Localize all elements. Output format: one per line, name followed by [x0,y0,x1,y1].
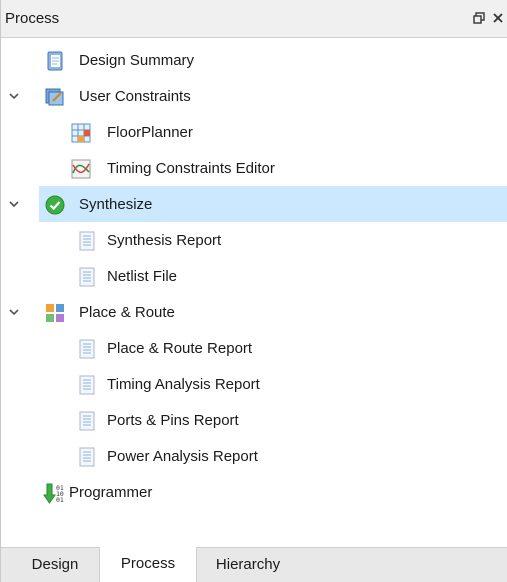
check-circle-icon [45,195,65,215]
tree-item-place-route[interactable]: Place & Route [1,294,507,330]
tree-item-label: Synthesize [79,196,153,213]
tree-item-label: Programmer [69,484,153,501]
report-icon [77,339,97,359]
timing-editor-icon [71,159,91,179]
report-icon [77,411,97,431]
process-tree: Design Summary User Constraints FloorPla… [1,40,507,546]
tree-item-floorplanner[interactable]: FloorPlanner [1,114,507,150]
tab-process[interactable]: Process [99,547,197,582]
tree-item-label: Synthesis Report [107,232,222,249]
report-icon [77,267,97,287]
tree-item-netlist-file[interactable]: Netlist File [1,258,507,294]
place-route-icon [45,303,65,323]
tree-item-programmer[interactable]: 01 10 01 Programmer [1,474,507,510]
svg-text:01: 01 [56,496,64,504]
user-constraints-icon [45,87,65,107]
close-icon[interactable] [490,9,506,27]
tree-item-timing-analysis-report[interactable]: Timing Analysis Report [1,366,507,402]
tree-item-label: Power Analysis Report [107,448,258,465]
report-icon [77,447,97,467]
process-panel: Process Design Summary User Constraints … [0,0,507,582]
tree-item-label: FloorPlanner [107,124,193,141]
chevron-down-icon[interactable] [5,303,23,321]
tree-item-label: Place & Route Report [107,340,253,357]
design-summary-icon [45,51,65,71]
bottom-tab-bar: Design Process Hierarchy [1,547,507,582]
tree-item-label: Netlist File [107,268,178,285]
tree-item-label: User Constraints [79,88,191,105]
tree-item-user-constraints[interactable]: User Constraints [1,78,507,114]
tree-item-label: Ports & Pins Report [107,412,239,429]
report-icon [77,375,97,395]
chevron-down-icon[interactable] [5,195,23,213]
floorplanner-icon [71,123,91,143]
programmer-icon: 01 10 01 [43,483,64,504]
panel-titlebar: Process [1,0,507,38]
tree-item-timing-constraints-editor[interactable]: Timing Constraints Editor [1,150,507,186]
tree-item-synthesis-report[interactable]: Synthesis Report [1,222,507,258]
tree-item-label: Design Summary [79,52,195,69]
tree-item-label: Timing Constraints Editor [107,160,275,177]
tab-hierarchy[interactable]: Hierarchy [201,548,295,582]
chevron-down-icon[interactable] [5,87,23,105]
tree-item-ports-pins-report[interactable]: Ports & Pins Report [1,402,507,438]
restore-icon[interactable] [471,9,487,27]
report-icon [77,231,97,251]
panel-title: Process [5,10,60,27]
tree-item-design-summary[interactable]: Design Summary [1,42,507,78]
tree-item-label: Place & Route [79,304,175,321]
tab-design[interactable]: Design [15,548,95,582]
tree-item-synthesize[interactable]: Synthesize [1,186,507,222]
tree-item-label: Timing Analysis Report [107,376,260,393]
tree-item-power-analysis-report[interactable]: Power Analysis Report [1,438,507,474]
tree-item-place-route-report[interactable]: Place & Route Report [1,330,507,366]
